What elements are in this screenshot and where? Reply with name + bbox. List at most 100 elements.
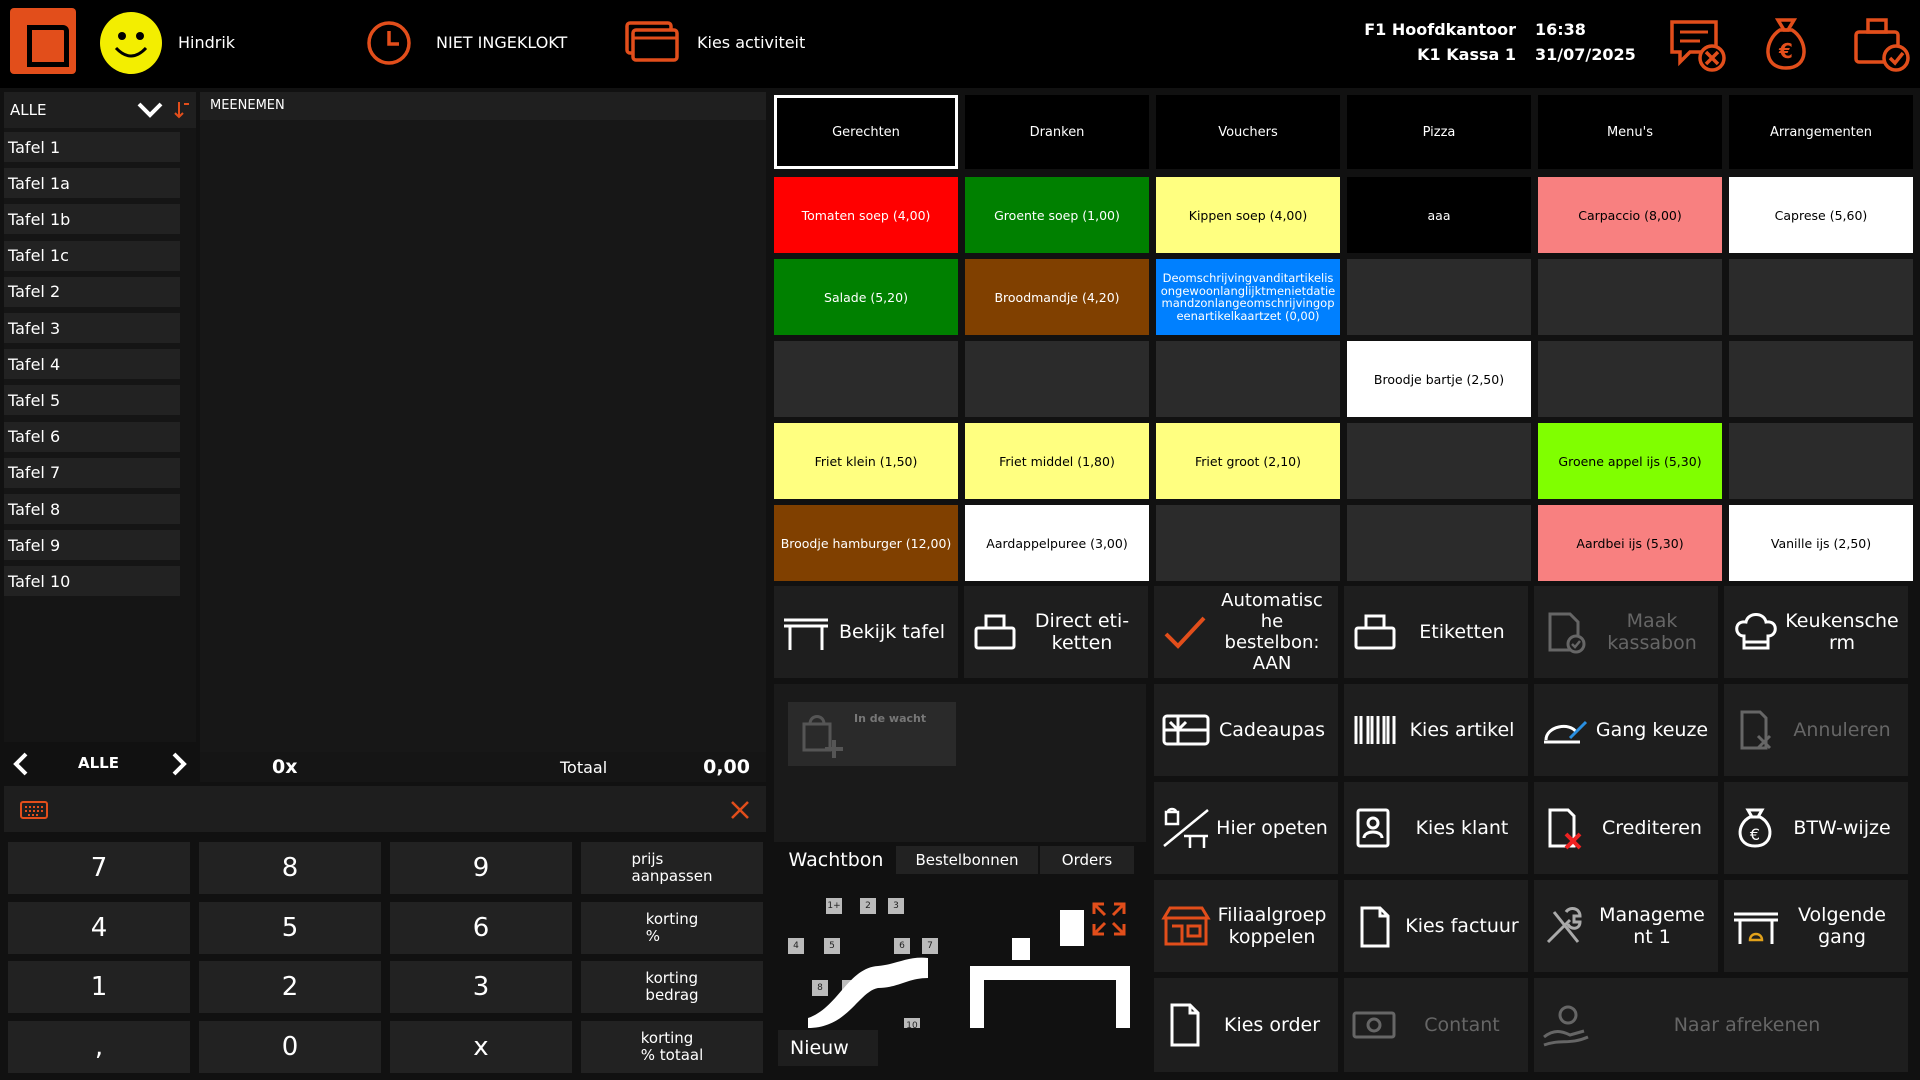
key-5[interactable]: 5 [199, 901, 381, 954]
contant-button[interactable]: Contant [1344, 978, 1528, 1072]
clock-icon[interactable] [366, 20, 412, 66]
article-button[interactable]: Aardbei ijs (5,30) [1538, 505, 1722, 581]
order-lines[interactable] [200, 120, 766, 752]
article-button[interactable]: Caprese (5,60) [1729, 177, 1913, 253]
article-button[interactable] [774, 341, 958, 417]
expand-icon[interactable] [1090, 900, 1128, 938]
tab-category[interactable]: Menu's [1538, 95, 1722, 169]
map-table[interactable]: 1+ [826, 898, 842, 914]
kies-factuur-button[interactable]: Kies factuur [1344, 880, 1528, 972]
map-table[interactable]: 4 [788, 938, 804, 954]
article-button[interactable] [1347, 423, 1531, 499]
tab-bestelbonnen[interactable]: Bestelbonnen [896, 846, 1038, 874]
table-item[interactable]: Tafel 5 [4, 385, 180, 416]
gang-keuze-button[interactable]: Gang keuze [1534, 684, 1718, 776]
hier-opeten-button[interactable]: Hier opeten [1154, 782, 1338, 874]
article-button[interactable] [965, 341, 1149, 417]
korting-bedrag-button[interactable]: korting bedrag [581, 961, 763, 1013]
article-button[interactable]: Friet middel (1,80) [965, 423, 1149, 499]
sort-icon[interactable] [174, 100, 190, 120]
bekijk-tafel-button[interactable]: Bekijk tafel [774, 586, 958, 678]
article-button[interactable] [1156, 341, 1340, 417]
kies-klant-button[interactable]: Kies klant [1344, 782, 1528, 874]
tab-category[interactable]: Vouchers [1156, 95, 1340, 169]
article-button[interactable]: Groente soep (1,00) [965, 177, 1149, 253]
key-6[interactable]: 6 [390, 901, 572, 954]
tab-orders[interactable]: Orders [1040, 846, 1134, 874]
table-item[interactable]: Tafel 3 [4, 313, 180, 343]
table-item[interactable]: Tafel 8 [4, 494, 180, 524]
article-button[interactable] [1729, 423, 1913, 499]
article-button[interactable]: Friet groot (2,10) [1156, 423, 1340, 499]
table-item[interactable]: Tafel 1 [4, 132, 180, 162]
table-item[interactable]: Tafel 1a [4, 168, 180, 199]
clock-status[interactable]: NIET INGEKLOKT [436, 33, 567, 52]
map-table[interactable]: 2 [860, 898, 876, 914]
kies-artikel-button[interactable]: Kies artikel [1344, 684, 1528, 776]
in-de-wacht-button[interactable]: In de wacht [788, 702, 956, 766]
table-item[interactable]: Tafel 10 [4, 566, 180, 597]
korting-totaal-button[interactable]: korting % totaal [581, 1020, 763, 1073]
key-0[interactable]: 0 [199, 1020, 381, 1073]
money-bag-icon[interactable]: € [1760, 16, 1812, 72]
chevron-down-icon[interactable] [136, 100, 164, 120]
article-button[interactable]: Vanille ijs (2,50) [1729, 505, 1913, 581]
key-8[interactable]: 8 [199, 842, 381, 894]
maak-kassabon-button[interactable]: Maak kassabon [1534, 586, 1718, 678]
crediteren-button[interactable]: Crediteren [1534, 782, 1718, 874]
article-button[interactable] [1729, 341, 1913, 417]
table-filter[interactable]: ALLE [4, 92, 196, 128]
article-button[interactable]: Broodje hamburger (12,00) [774, 505, 958, 581]
tab-category[interactable]: Dranken [965, 95, 1149, 169]
article-button[interactable]: Kippen soep (4,00) [1156, 177, 1340, 253]
annuleren-button[interactable]: Annuleren [1724, 684, 1908, 776]
tab-wachtbon[interactable]: Wachtbon [778, 846, 894, 874]
activity-label[interactable]: Kies activiteit [697, 33, 805, 52]
article-button[interactable]: aaa [1347, 177, 1531, 253]
cadeaupas-button[interactable]: Cadeaupas [1154, 684, 1338, 776]
nieuw-button[interactable]: Nieuw [778, 1030, 878, 1066]
prijs-aanpassen-button[interactable]: prijs aanpassen [581, 842, 763, 894]
key-comma[interactable]: , [8, 1020, 190, 1073]
key-7[interactable]: 7 [8, 842, 190, 894]
filiaalgroep-button[interactable]: Filiaalgroep koppelen [1154, 880, 1338, 972]
article-button[interactable] [1347, 259, 1531, 335]
key-9[interactable]: 9 [390, 842, 572, 894]
table-item[interactable]: Tafel 4 [4, 349, 180, 380]
key-1[interactable]: 1 [8, 961, 190, 1013]
article-button[interactable]: Broodje bartje (2,50) [1347, 341, 1531, 417]
article-button[interactable] [1538, 341, 1722, 417]
chevron-left-icon[interactable] [12, 752, 30, 776]
user-name[interactable]: Hindrik [178, 33, 235, 52]
message-cancel-icon[interactable] [1668, 18, 1728, 74]
keukenscherm-button[interactable]: Keukensche rm [1724, 586, 1908, 678]
volgende-gang-button[interactable]: Volgende gang [1724, 880, 1908, 972]
tab-category[interactable]: Pizza [1347, 95, 1531, 169]
table-item[interactable]: Tafel 6 [4, 421, 180, 452]
activity-icon[interactable] [624, 20, 680, 64]
map-table[interactable]: 3 [888, 898, 904, 914]
article-button[interactable]: Salade (5,20) [774, 259, 958, 335]
clear-icon[interactable] [730, 800, 750, 820]
tab-category[interactable]: Arrangementen [1729, 95, 1913, 169]
floor-map[interactable]: 1+2345678910 [778, 888, 1142, 1028]
tab-category[interactable]: Gerechten [774, 95, 958, 169]
table-item[interactable]: Tafel 1b [4, 204, 180, 235]
key-4[interactable]: 4 [8, 901, 190, 954]
key-2[interactable]: 2 [199, 961, 381, 1013]
input-bar[interactable] [4, 786, 766, 832]
article-button[interactable] [1156, 505, 1340, 581]
naar-afrekenen-button[interactable]: Naar afrekenen [1534, 978, 1908, 1072]
article-button[interactable]: Aardappelpuree (3,00) [965, 505, 1149, 581]
key-3[interactable]: 3 [390, 961, 572, 1013]
kies-order-button[interactable]: Kies order [1154, 978, 1338, 1072]
table-item[interactable]: Tafel 7 [4, 457, 180, 488]
direct-etiketten-button[interactable]: Direct eti- ketten [964, 586, 1148, 678]
table-item[interactable]: Tafel 1c [4, 240, 180, 271]
korting-percent-button[interactable]: korting % [581, 901, 763, 954]
table-item[interactable]: Tafel 9 [4, 530, 180, 561]
article-button[interactable]: Broodmandje (4,20) [965, 259, 1149, 335]
management-button[interactable]: Manageme nt 1 [1534, 880, 1718, 972]
article-button[interactable]: Friet klein (1,50) [774, 423, 958, 499]
chevron-right-icon[interactable] [170, 752, 188, 776]
